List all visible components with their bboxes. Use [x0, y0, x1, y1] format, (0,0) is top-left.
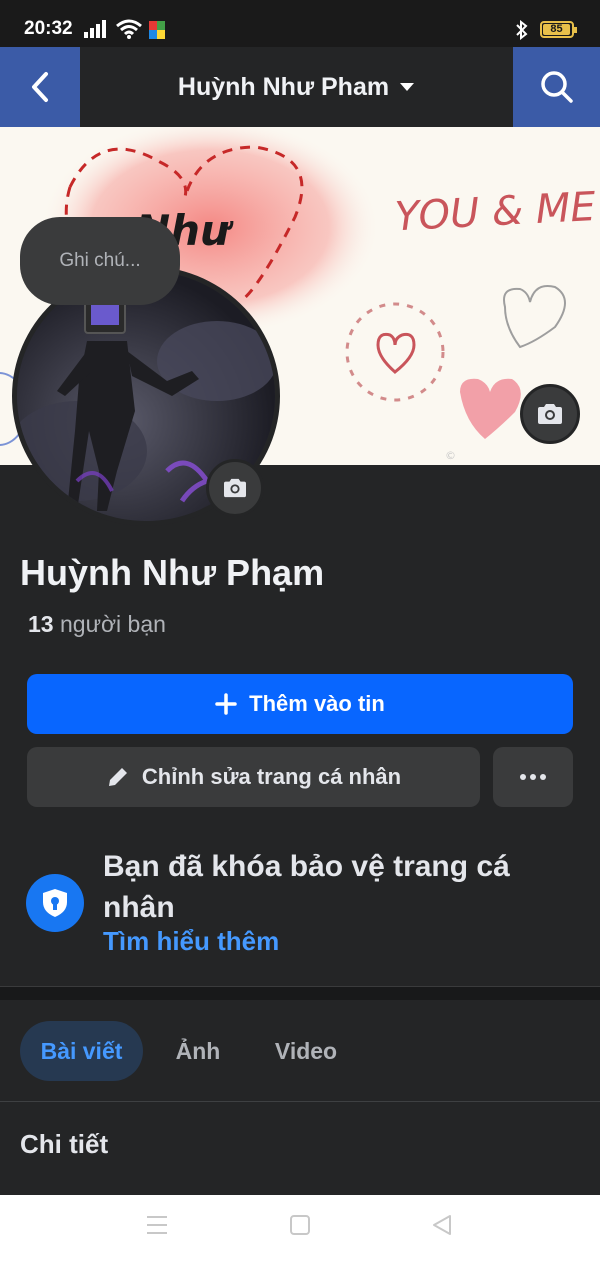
cover-camera-button[interactable] [520, 384, 580, 444]
pencil-icon [108, 768, 127, 786]
back-button[interactable] [0, 47, 80, 127]
tab-videos[interactable]: Video [259, 1021, 353, 1081]
profile-name: Huỳnh Như Phạm [20, 552, 325, 593]
friends-number: 13 [28, 611, 54, 637]
add-to-story-button[interactable]: Thêm vào tin [27, 674, 573, 734]
system-nav-bar [0, 1195, 600, 1267]
back-nav-icon[interactable] [430, 1213, 454, 1242]
app-header: Huỳnh Như Pham [0, 47, 600, 127]
note-bubble[interactable]: Ghi chú... [20, 217, 180, 305]
camera-icon [538, 404, 562, 424]
add-to-story-label: Thêm vào tin [249, 691, 385, 716]
details-heading: Chi tiết [20, 1129, 109, 1159]
search-icon [540, 71, 573, 103]
more-options-button[interactable] [493, 747, 573, 807]
section-divider [0, 986, 600, 1000]
battery-level: 85 [550, 23, 563, 35]
edit-profile-button[interactable]: Chỉnh sửa trang cá nhân [27, 747, 480, 807]
caret-down-icon [400, 83, 415, 91]
cover-text-right: YOU & ME [394, 184, 598, 240]
header-title: Huỳnh Như Pham [177, 72, 390, 101]
edit-profile-label: Chỉnh sửa trang cá nhân [141, 764, 402, 789]
signal-icon [84, 20, 110, 43]
tab-photos[interactable]: Ảnh [164, 1021, 232, 1081]
profile-lock-notice: Bạn đã khóa bảo vệ trang cá nhân [103, 850, 510, 924]
status-bar: 20:32 85 [0, 0, 600, 47]
friends-count[interactable]: 13 người bạn [28, 611, 166, 638]
tabs-divider [0, 1101, 600, 1102]
camera-icon [224, 478, 246, 498]
home-nav-icon[interactable] [289, 1213, 311, 1242]
plus-icon [215, 693, 237, 715]
menu-nav-icon[interactable] [145, 1213, 169, 1242]
note-placeholder: Ghi chú... [59, 250, 141, 271]
battery-icon: 85 [540, 21, 577, 38]
wifi-icon [116, 18, 142, 45]
status-time: 20:32 [24, 18, 73, 39]
avatar-camera-button[interactable] [206, 459, 264, 517]
svg-text:©: © [445, 449, 456, 462]
app-notification-icon [149, 21, 165, 44]
friends-label: người bạn [59, 611, 166, 637]
search-button[interactable] [513, 47, 600, 127]
header-title-dropdown[interactable]: Huỳnh Như Pham [80, 47, 513, 127]
more-horizontal-icon [520, 774, 546, 780]
tab-posts[interactable]: Bài viết [20, 1021, 143, 1081]
bluetooth-icon [514, 19, 530, 45]
shield-lock-icon [26, 874, 84, 932]
learn-more-link[interactable]: Tìm hiểu thêm [103, 926, 279, 957]
chevron-left-icon [32, 72, 48, 102]
